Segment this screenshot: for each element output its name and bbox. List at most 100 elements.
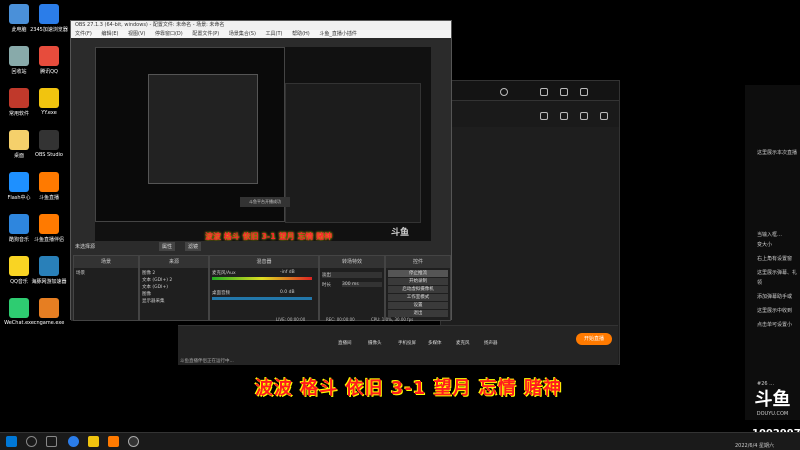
obs-preview[interactable]: 斗鱼平台开播成功 波波 格斗 依旧 3-1 望月 忘情 赌神 斗鱼 <box>95 47 431 252</box>
app-icon <box>39 4 59 24</box>
microphone-item[interactable]: 麦克风 <box>456 340 470 346</box>
footer-status: 斗鱼直播伴侣正在运行中... <box>180 359 234 364</box>
menu-item[interactable]: 斗鱼_直播小插件 <box>319 31 357 37</box>
chat-message: 这里展示中收到 <box>757 308 793 314</box>
live-time: LIVE: 00:00:00 <box>276 317 306 322</box>
desktop-icon[interactable]: YY.exe <box>30 88 68 116</box>
source-item[interactable]: 图像 2 <box>142 270 155 276</box>
source-item[interactable]: 图像 <box>142 291 151 297</box>
mixer-channel: 麦克风/Aux <box>212 271 236 276</box>
stream-caption: 波波 格斗 依旧 3-1 望月 忘情 赌神 <box>255 378 563 399</box>
menu-item[interactable]: 文件(F) <box>75 31 92 37</box>
desktop-icon[interactable]: cngame.exe <box>30 298 68 326</box>
no-source-label: 未选择源 <box>75 244 96 250</box>
avatar[interactable] <box>500 88 508 96</box>
preview-nested-window <box>148 74 258 184</box>
volume-meter <box>212 277 312 280</box>
settings-button[interactable]: 设置 <box>388 302 448 309</box>
volume-slider[interactable] <box>212 297 312 300</box>
chat-panel: 这里展示本次直播 当输入框… 变大小 右上角有设置窗 这里展示弹幕、礼 领 添加… <box>745 85 800 420</box>
mixer-channel: 桌面音频 <box>212 291 230 296</box>
explorer-icon[interactable] <box>88 436 99 447</box>
source-item[interactable]: 文本 (GDI+) <box>142 284 168 290</box>
dock-title: 混音器 <box>210 256 318 268</box>
start-recording-button[interactable]: 开始录制 <box>388 278 448 285</box>
app-icon <box>39 88 59 108</box>
live-room-item[interactable]: 直播间 <box>338 340 352 346</box>
duration-label: 时长 <box>322 283 331 288</box>
rec-time: REC: 00:00:00 <box>326 317 355 322</box>
desktop-icon[interactable]: 腾讯QQ <box>30 46 68 75</box>
desktop-icon-label: 斗鱼直播伴侣 <box>33 237 64 243</box>
douyu-companion-window <box>440 80 620 365</box>
menu-item[interactable]: 配置文件(P) <box>192 31 219 37</box>
browser-icon[interactable] <box>68 436 79 447</box>
exit-button[interactable]: 退出 <box>388 310 448 317</box>
desktop-icon-label: 腾讯QQ <box>40 69 58 75</box>
source-item[interactable]: 文本 (GDI+) 2 <box>142 277 172 283</box>
preview-watermark: 斗鱼 <box>391 228 410 238</box>
menu-item[interactable]: 工具(T) <box>266 31 283 37</box>
douyu-logo: 斗鱼 <box>754 389 791 410</box>
desktop-icon[interactable]: OBS Studio <box>30 130 68 158</box>
settings-icon[interactable] <box>600 112 608 120</box>
douyu-toolbar <box>441 101 619 127</box>
filters-button[interactable]: 滤镜 <box>185 242 202 251</box>
desktop-icon-label: OBS Studio <box>35 152 63 158</box>
start-live-button[interactable]: 开始直播 <box>576 333 612 345</box>
speaker-item[interactable]: 扬声器 <box>484 340 498 346</box>
menu-item[interactable]: 编辑(E) <box>101 31 118 37</box>
douyu-bottom-bar: 斗鱼直播伴侣正在运行中... 直播间 摄像头 手机投屏 多媒体 麦克风 扬声器 <box>178 325 618 365</box>
properties-button[interactable]: 属性 <box>159 242 176 251</box>
app-icon <box>9 256 29 276</box>
desktop-icon[interactable]: 斗鱼直播伴侣 <box>30 214 68 243</box>
source-item[interactable]: 显示器采集 <box>142 298 165 304</box>
desktop-icon-label: 斗鱼直播 <box>38 195 59 201</box>
transition-select[interactable]: 淡出 <box>322 272 382 278</box>
gift-icon[interactable] <box>540 112 548 120</box>
studio-mode-button[interactable]: 工作室模式 <box>388 294 448 301</box>
share-icon[interactable] <box>560 112 568 120</box>
app-icon <box>9 172 29 192</box>
task-view-icon[interactable] <box>46 436 57 447</box>
dock-title: 场景 <box>74 256 138 268</box>
message-icon[interactable] <box>560 88 568 96</box>
notice-toast: 斗鱼平台开播成功 <box>240 197 290 207</box>
desktop-icon[interactable]: 斗鱼直播 <box>30 172 68 201</box>
desktop-icon[interactable]: 2345加速浏览器 <box>30 4 68 33</box>
transitions-dock: 转场特效 淡出 时长 300 ms <box>319 255 385 321</box>
obs-icon[interactable] <box>128 436 139 447</box>
app-icon <box>9 130 29 150</box>
desktop-icon[interactable]: 海豚网游加速器 <box>30 256 68 285</box>
media-item[interactable]: 多媒体 <box>428 340 442 346</box>
menu-item[interactable]: 停靠窗口(D) <box>155 31 183 37</box>
obs-status-bar: LIVE: 00:00:00 REC: 00:00:00 CPU: 1.0%, … <box>71 317 451 325</box>
menu-item[interactable]: 场景集合(S) <box>229 31 256 37</box>
stop-stream-button[interactable]: 停止推流 <box>388 270 448 277</box>
gift-icon[interactable] <box>540 88 548 96</box>
virtual-camera-button[interactable]: 启动虚拟摄像机 <box>388 286 448 293</box>
cpu-status: CPU: 1.0%, 30.00 fps <box>371 317 414 322</box>
menu-item[interactable]: 帮助(H) <box>292 31 310 37</box>
lock-icon[interactable] <box>580 112 588 120</box>
camera-item[interactable]: 摄像头 <box>368 340 382 346</box>
duration-input[interactable]: 300 ms <box>342 282 382 287</box>
search-icon[interactable] <box>26 436 37 447</box>
obs-docks: 未选择源 属性 滤镜 场景 场景 来源 图像 2 文本 (GDI+) 2 文本 … <box>71 241 451 321</box>
scene-item[interactable]: 场景 <box>76 270 85 276</box>
app-icon <box>39 214 59 234</box>
chat-message: 右上角有设置窗 <box>757 256 793 262</box>
app-icon <box>39 130 59 150</box>
menu-item[interactable]: 视图(V) <box>128 31 145 37</box>
preview-douyu-window <box>285 83 421 223</box>
douyu-icon[interactable] <box>108 436 119 447</box>
phone-cast-item[interactable]: 手机投屏 <box>398 340 416 346</box>
dock-title: 来源 <box>140 256 208 268</box>
menu-icon[interactable] <box>580 88 588 96</box>
app-icon <box>39 172 59 192</box>
desktop-icon-label: cngame.exe <box>33 320 65 326</box>
app-icon <box>9 88 29 108</box>
start-icon[interactable] <box>6 436 17 447</box>
taskbar-date: 2022/6/4 星期六 <box>735 443 775 449</box>
preview-desktop <box>95 47 285 222</box>
